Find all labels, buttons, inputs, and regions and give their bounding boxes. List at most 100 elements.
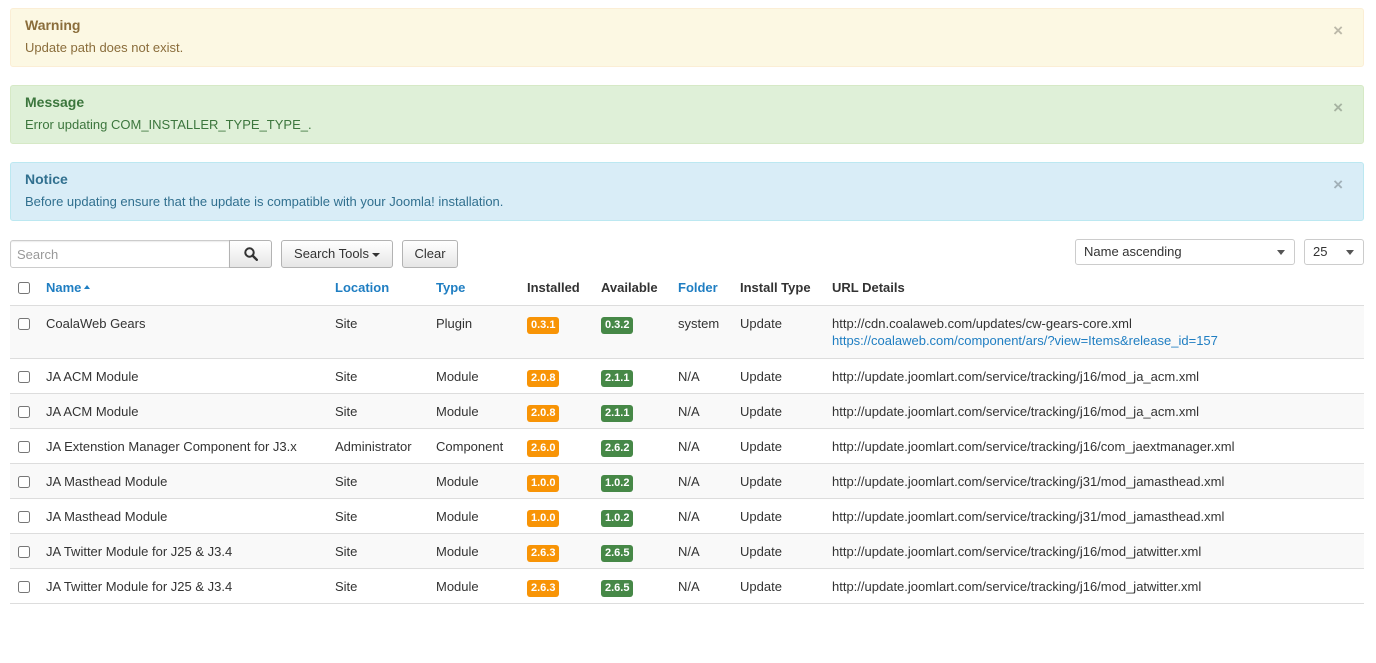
list-limit-select[interactable]: 25 (1304, 239, 1364, 265)
available-header: Available (593, 270, 670, 306)
available-version-badge: 2.6.5 (601, 544, 634, 562)
search-button[interactable] (229, 240, 272, 268)
extension-name: JA Masthead Module (38, 498, 327, 534)
installed-version-badge: 2.6.3 (527, 579, 560, 597)
update-url: http://update.joomlart.com/service/track… (824, 568, 1364, 604)
table-row: CoalaWeb Gears Site Plugin 0.3.1 0.3.2 s… (10, 305, 1364, 359)
ordering-select[interactable]: Name ascending (1075, 239, 1295, 265)
notice-alert: Notice Before updating ensure that the u… (10, 162, 1364, 221)
installed-version-badge: 2.6.3 (527, 544, 560, 562)
available-version-badge: 2.6.2 (601, 439, 634, 457)
row-checkbox[interactable] (18, 580, 30, 593)
install-type: Update (732, 533, 824, 569)
row-checkbox[interactable] (18, 440, 30, 453)
check-all-checkbox[interactable] (18, 281, 30, 294)
installed-version-badge: 2.0.8 (527, 369, 560, 387)
extension-folder: N/A (670, 358, 732, 394)
install-type: Update (732, 428, 824, 464)
chevron-down-icon (1346, 250, 1354, 255)
extension-type: Module (428, 393, 519, 429)
sort-type-link[interactable]: Type (436, 280, 465, 295)
search-input[interactable] (10, 240, 230, 268)
close-icon[interactable]: × (1333, 176, 1343, 193)
sort-name-link[interactable]: Name (46, 280, 81, 295)
details-link[interactable]: https://coalaweb.com/component/ars/?view… (832, 333, 1218, 348)
extension-type: Module (428, 568, 519, 604)
extension-folder: N/A (670, 393, 732, 429)
extension-folder: N/A (670, 428, 732, 464)
row-checkbox[interactable] (18, 317, 30, 330)
update-url: http://update.joomlart.com/service/track… (824, 428, 1364, 464)
available-version-badge: 1.0.2 (601, 509, 634, 527)
extension-location: Site (327, 463, 428, 499)
extension-location: Site (327, 533, 428, 569)
row-checkbox[interactable] (18, 475, 30, 488)
install-type: Update (732, 463, 824, 499)
list-limit-value: 25 (1313, 244, 1328, 259)
extension-name: JA Extenstion Manager Component for J3.x (38, 428, 327, 464)
update-url: http://update.joomlart.com/service/track… (824, 393, 1364, 429)
install-type: Update (732, 393, 824, 429)
search-tools-label: Search Tools (294, 246, 369, 261)
extension-name: JA Twitter Module for J25 & J3.4 (38, 533, 327, 569)
row-checkbox[interactable] (18, 405, 30, 418)
alert-title: Warning (25, 17, 81, 33)
extension-location: Site (327, 568, 428, 604)
clear-button[interactable]: Clear (402, 240, 458, 268)
extension-folder: N/A (670, 463, 732, 499)
table-row: JA Extenstion Manager Component for J3.x… (10, 428, 1364, 464)
update-url: http://update.joomlart.com/service/track… (824, 533, 1364, 569)
search-icon (243, 247, 258, 261)
table-row: JA ACM Module Site Module 2.0.8 2.1.1 N/… (10, 358, 1364, 394)
extension-type: Module (428, 533, 519, 569)
search-tools-button[interactable]: Search Tools (281, 240, 393, 268)
table-header-row: Name Location Type Installed Available F… (10, 270, 1364, 306)
extension-type: Plugin (428, 305, 519, 359)
sort-folder-link[interactable]: Folder (678, 280, 718, 295)
row-checkbox[interactable] (18, 545, 30, 558)
installed-version-badge: 1.0.0 (527, 474, 560, 492)
url-details-header: URL Details (824, 270, 1364, 306)
install-type: Update (732, 305, 824, 359)
update-url: http://update.joomlart.com/service/track… (824, 463, 1364, 499)
extension-name: JA Masthead Module (38, 463, 327, 499)
extension-folder: N/A (670, 568, 732, 604)
available-version-badge: 2.1.1 (601, 404, 634, 422)
installed-version-badge: 0.3.1 (527, 316, 560, 334)
updates-table: Name Location Type Installed Available F… (10, 270, 1364, 604)
sort-location-link[interactable]: Location (335, 280, 389, 295)
warning-alert: Warning Update path does not exist. × (10, 8, 1364, 67)
installed-version-badge: 2.0.8 (527, 404, 560, 422)
update-url: http://update.joomlart.com/service/track… (824, 498, 1364, 534)
caret-down-icon (371, 252, 380, 257)
install-type: Update (732, 498, 824, 534)
extension-folder: N/A (670, 498, 732, 534)
extension-name: JA ACM Module (38, 393, 327, 429)
install-type: Update (732, 358, 824, 394)
available-version-badge: 2.1.1 (601, 369, 634, 387)
extension-name: CoalaWeb Gears (38, 305, 327, 359)
extension-type: Module (428, 358, 519, 394)
row-checkbox[interactable] (18, 370, 30, 383)
alert-title: Message (25, 94, 85, 110)
close-icon[interactable]: × (1333, 22, 1343, 39)
extension-type: Component (428, 428, 519, 464)
table-row: JA ACM Module Site Module 2.0.8 2.1.1 N/… (10, 393, 1364, 429)
install-type-header: Install Type (732, 270, 824, 306)
table-row: JA Twitter Module for J25 & J3.4 Site Mo… (10, 533, 1364, 569)
row-checkbox[interactable] (18, 510, 30, 523)
installed-version-badge: 2.6.0 (527, 439, 560, 457)
available-version-badge: 1.0.2 (601, 474, 634, 492)
update-url: http://update.joomlart.com/service/track… (824, 358, 1364, 394)
extension-location: Site (327, 498, 428, 534)
extension-folder: N/A (670, 533, 732, 569)
alert-title: Notice (25, 171, 68, 187)
install-type: Update (732, 568, 824, 604)
extension-location: Site (327, 305, 428, 359)
extension-folder: system (670, 305, 732, 359)
extension-location: Site (327, 393, 428, 429)
update-url: http://cdn.coalaweb.com/updates/cw-gears… (832, 315, 1132, 331)
table-row: JA Masthead Module Site Module 1.0.0 1.0… (10, 498, 1364, 534)
close-icon[interactable]: × (1333, 99, 1343, 116)
installed-version-badge: 1.0.0 (527, 509, 560, 527)
